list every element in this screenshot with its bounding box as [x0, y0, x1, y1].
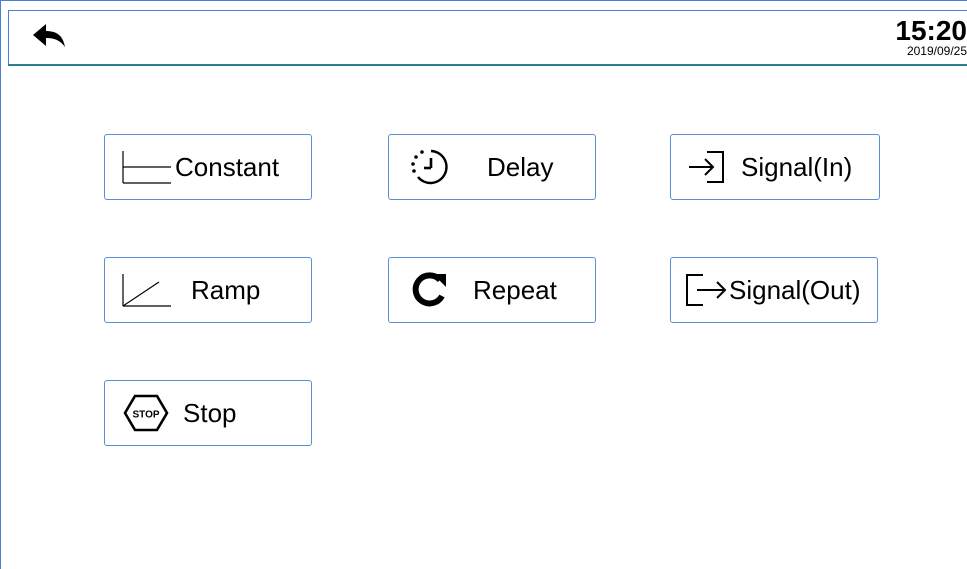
signal-out-label: Signal(Out): [729, 274, 861, 305]
delay-button[interactable]: Delay: [388, 134, 596, 200]
clock-time: 15:20: [895, 15, 967, 46]
back-arrow-icon: [32, 23, 66, 54]
signal-in-icon: [685, 148, 727, 186]
repeat-button[interactable]: Repeat: [388, 257, 596, 323]
signal-in-button[interactable]: Signal(In): [670, 134, 880, 200]
stop-label: Stop: [183, 397, 237, 428]
constant-label: Constant: [175, 151, 280, 182]
delay-label: Delay: [487, 151, 554, 182]
stop-sign-icon: STOP: [123, 393, 169, 433]
clock: 15:20 2019/09/25: [847, 17, 967, 58]
timer-icon: [409, 147, 453, 187]
repeat-label: Repeat: [473, 274, 557, 305]
signal-in-label: Signal(In): [741, 151, 853, 182]
top-bar: 15:20 2019/09/25: [8, 10, 967, 66]
constant-button[interactable]: Constant: [104, 134, 312, 200]
repeat-icon: [409, 270, 449, 310]
ramp-label: Ramp: [191, 274, 261, 305]
clock-date: 2019/09/25: [906, 44, 967, 58]
signal-out-button[interactable]: Signal(Out): [670, 257, 878, 323]
signal-out-icon: [683, 271, 729, 309]
constant-line-icon: [121, 149, 173, 185]
ramp-line-icon: [121, 272, 173, 308]
stop-button[interactable]: STOP Stop: [104, 380, 312, 446]
back-button[interactable]: [31, 23, 67, 53]
ramp-button[interactable]: Ramp: [104, 257, 312, 323]
stop-sign-text: STOP: [132, 410, 159, 421]
